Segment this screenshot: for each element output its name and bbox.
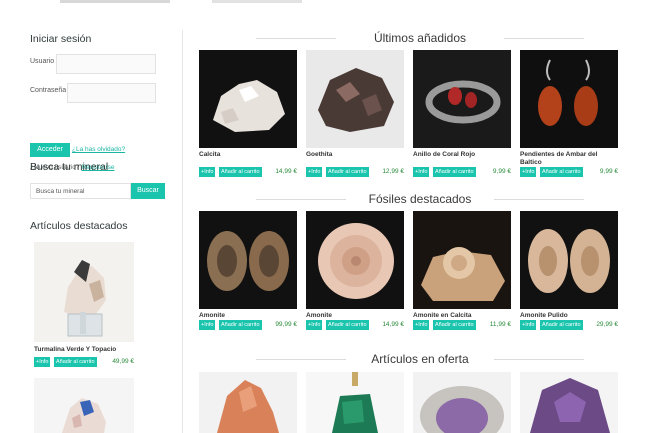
product-price: 29,99 € bbox=[596, 321, 618, 328]
product-card: Amonite +Info Añadir al carrito 14,99 € bbox=[306, 211, 404, 331]
login-title: Iniciar sesión bbox=[30, 33, 92, 45]
section-title-latest: Últimos añadidos bbox=[190, 31, 650, 45]
product-card: Amonite +Info Añadir al carrito 99,99 € bbox=[199, 211, 297, 331]
featured-title: Artículos destacados bbox=[30, 220, 128, 232]
info-button[interactable]: +Info bbox=[306, 167, 323, 177]
product-price: 12,99 € bbox=[382, 168, 404, 175]
login-button[interactable]: Acceder bbox=[30, 143, 70, 157]
featured-product-actions: +Info Añadir al carrito 49,99 € bbox=[34, 357, 144, 368]
product-name[interactable]: Amonite Pulido bbox=[520, 312, 618, 320]
section-title-offers: Artículos en oferta bbox=[190, 352, 650, 366]
product-actions: +Info Añadir al carrito 9,99 € bbox=[413, 167, 511, 178]
product-image[interactable] bbox=[520, 211, 618, 309]
product-card: Pendientes de Ambar del Baltico +Info Añ… bbox=[520, 50, 618, 178]
add-to-cart-button[interactable]: Añadir al carrito bbox=[433, 167, 476, 177]
product-name[interactable]: Amonite bbox=[306, 312, 404, 320]
featured-product-name[interactable]: Turmalina Verde Y Topacio bbox=[34, 346, 116, 353]
username-field[interactable] bbox=[56, 54, 156, 74]
product-actions: +Info Añadir al carrito 14,99 € bbox=[199, 167, 297, 178]
add-to-cart-button[interactable]: Añadir al carrito bbox=[54, 357, 97, 367]
info-button[interactable]: +Info bbox=[199, 167, 216, 177]
featured-product-image[interactable] bbox=[34, 242, 134, 342]
section-title-fossils: Fósiles destacados bbox=[190, 192, 650, 206]
add-to-cart-button[interactable]: Añadir al carrito bbox=[326, 320, 369, 330]
forgot-password-link[interactable]: ¿La has olvidado? bbox=[72, 146, 125, 153]
product-price: 11,99 € bbox=[489, 321, 511, 328]
product-price: 14,99 € bbox=[275, 168, 297, 175]
product-image[interactable] bbox=[306, 372, 404, 433]
info-button[interactable]: +Info bbox=[306, 320, 323, 330]
section-title-text: Fósiles destacados bbox=[368, 192, 472, 206]
product-card bbox=[199, 372, 297, 433]
info-button[interactable]: +Info bbox=[520, 167, 537, 177]
add-to-cart-button[interactable]: Añadir al carrito bbox=[540, 320, 583, 330]
sidebar-divider bbox=[182, 30, 183, 433]
add-to-cart-button[interactable]: Añadir al carrito bbox=[540, 167, 583, 177]
product-price: 14,99 € bbox=[382, 321, 404, 328]
product-name[interactable]: Amonite bbox=[199, 312, 297, 320]
product-image[interactable] bbox=[199, 211, 297, 309]
product-actions: +Info Añadir al carrito 29,99 € bbox=[520, 320, 618, 331]
section-title-text: Artículos en oferta bbox=[371, 352, 469, 366]
product-card bbox=[306, 372, 404, 433]
add-to-cart-button[interactable]: Añadir al carrito bbox=[433, 320, 476, 330]
product-actions: +Info Añadir al carrito 11,99 € bbox=[413, 320, 511, 331]
product-price: 99,99 € bbox=[275, 321, 297, 328]
info-button[interactable]: +Info bbox=[34, 357, 51, 367]
product-name[interactable]: Anillo de Coral Rojo bbox=[413, 151, 511, 167]
product-name[interactable]: Goethita bbox=[306, 151, 404, 167]
info-button[interactable]: +Info bbox=[413, 167, 430, 177]
product-actions: +Info Añadir al carrito 14,99 € bbox=[306, 320, 404, 331]
info-button[interactable]: +Info bbox=[520, 320, 537, 330]
product-price: 49,99 € bbox=[112, 358, 134, 365]
product-price: 9,99 € bbox=[599, 168, 618, 175]
add-to-cart-button[interactable]: Añadir al carrito bbox=[219, 320, 262, 330]
search-title: Busca tu mineral bbox=[30, 161, 109, 173]
product-card: Amonite Pulido +Info Añadir al carrito 2… bbox=[520, 211, 618, 331]
product-image[interactable] bbox=[520, 50, 618, 148]
product-image[interactable] bbox=[306, 50, 404, 148]
product-name[interactable]: Calcita bbox=[199, 151, 297, 167]
product-image[interactable] bbox=[413, 211, 511, 309]
product-card bbox=[520, 372, 618, 433]
product-actions: +Info Añadir al carrito 99,99 € bbox=[199, 320, 297, 331]
product-image[interactable] bbox=[520, 372, 618, 433]
product-name[interactable]: Pendientes de Ambar del Baltico bbox=[520, 151, 618, 167]
product-card: Anillo de Coral Rojo +Info Añadir al car… bbox=[413, 50, 511, 178]
product-card bbox=[413, 372, 511, 433]
add-to-cart-button[interactable]: Añadir al carrito bbox=[326, 167, 369, 177]
search-input[interactable]: Busca tu mineral bbox=[30, 183, 131, 199]
top-header-remnant bbox=[0, 0, 650, 6]
product-image[interactable] bbox=[199, 50, 297, 148]
product-actions: +Info Añadir al carrito 9,99 € bbox=[520, 167, 618, 178]
add-to-cart-button[interactable]: Añadir al carrito bbox=[219, 167, 262, 177]
username-label: Usuario bbox=[30, 58, 55, 65]
featured-product-image-2[interactable] bbox=[34, 378, 134, 433]
product-name[interactable]: Amonite en Calcita bbox=[413, 312, 511, 320]
product-image[interactable] bbox=[306, 211, 404, 309]
product-card: Amonite en Calcita +Info Añadir al carri… bbox=[413, 211, 511, 331]
product-card: Goethita +Info Añadir al carrito 12,99 € bbox=[306, 50, 404, 178]
password-field[interactable] bbox=[67, 83, 156, 103]
product-image[interactable] bbox=[413, 372, 511, 433]
product-actions: +Info Añadir al carrito 12,99 € bbox=[306, 167, 404, 178]
search-button[interactable]: Buscar bbox=[131, 183, 165, 199]
product-image[interactable] bbox=[413, 50, 511, 148]
product-card: Calcita +Info Añadir al carrito 14,99 € bbox=[199, 50, 297, 178]
password-label: Contraseña bbox=[30, 87, 67, 94]
section-title-text: Últimos añadidos bbox=[373, 31, 467, 45]
product-image[interactable] bbox=[199, 372, 297, 433]
info-button[interactable]: +Info bbox=[199, 320, 216, 330]
product-price: 9,99 € bbox=[492, 168, 511, 175]
info-button[interactable]: +Info bbox=[413, 320, 430, 330]
